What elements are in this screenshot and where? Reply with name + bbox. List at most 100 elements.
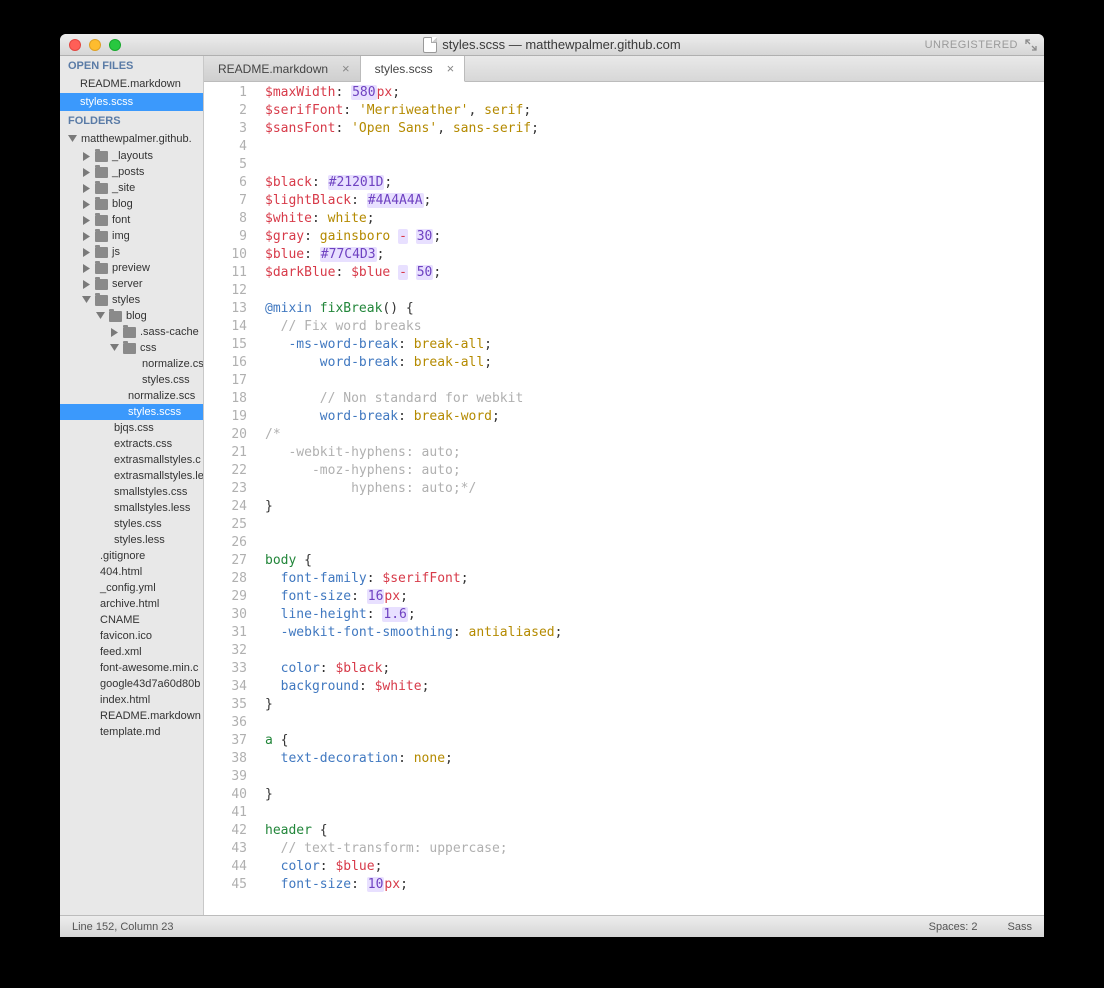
code-line[interactable]: } xyxy=(265,696,1044,714)
code-line[interactable]: $lightBlack: #4A4A4A; xyxy=(265,192,1044,210)
code-line[interactable]: } xyxy=(265,498,1044,516)
code-line[interactable]: word-break: break-word; xyxy=(265,408,1044,426)
folder-item[interactable]: js xyxy=(60,244,203,260)
file-item[interactable]: styles.scss xyxy=(60,404,203,420)
code-line[interactable]: // text-transform: uppercase; xyxy=(265,840,1044,858)
code-line[interactable]: /* xyxy=(265,426,1044,444)
code-line[interactable]: -ms-word-break: break-all; xyxy=(265,336,1044,354)
code-line[interactable]: $white: white; xyxy=(265,210,1044,228)
file-item[interactable]: normalize.scs xyxy=(60,388,203,404)
disclosure-triangle-icon[interactable] xyxy=(82,152,91,161)
tab[interactable]: README.markdown× xyxy=(204,56,361,81)
folder-item[interactable]: _layouts xyxy=(60,148,203,164)
folder-item[interactable]: css xyxy=(60,340,203,356)
folder-item[interactable]: styles xyxy=(60,292,203,308)
file-item[interactable]: font-awesome.min.c xyxy=(60,660,203,676)
tab-close-icon[interactable]: × xyxy=(340,61,352,76)
code-line[interactable]: body { xyxy=(265,552,1044,570)
file-item[interactable]: normalize.cs xyxy=(60,356,203,372)
disclosure-triangle-icon[interactable] xyxy=(82,264,91,273)
disclosure-triangle-icon[interactable] xyxy=(110,328,119,337)
disclosure-triangle-icon[interactable] xyxy=(82,216,91,225)
syntax-setting[interactable]: Sass xyxy=(1008,921,1032,933)
code-content[interactable]: $maxWidth: 580px;$serifFont: 'Merriweath… xyxy=(259,82,1044,915)
folder-item[interactable]: _site xyxy=(60,180,203,196)
file-item[interactable]: google43d7a60d80b xyxy=(60,676,203,692)
file-item[interactable]: smallstyles.less xyxy=(60,500,203,516)
file-item[interactable]: index.html xyxy=(60,692,203,708)
fullscreen-icon[interactable] xyxy=(1024,38,1038,52)
disclosure-triangle-icon[interactable] xyxy=(82,296,91,305)
disclosure-triangle-icon[interactable] xyxy=(82,168,91,177)
file-item[interactable]: archive.html xyxy=(60,596,203,612)
tab[interactable]: styles.scss× xyxy=(361,56,466,82)
code-line[interactable] xyxy=(265,372,1044,390)
cursor-position[interactable]: Line 152, Column 23 xyxy=(72,921,174,933)
disclosure-triangle-icon[interactable] xyxy=(68,135,77,144)
file-item[interactable]: template.md xyxy=(60,724,203,740)
disclosure-triangle-icon[interactable] xyxy=(110,344,119,353)
code-line[interactable]: $black: #21201D; xyxy=(265,174,1044,192)
code-line[interactable] xyxy=(265,768,1044,786)
open-file-item[interactable]: styles.scss xyxy=(60,93,203,111)
file-item[interactable]: _config.yml xyxy=(60,580,203,596)
code-line[interactable]: $gray: gainsboro - 30; xyxy=(265,228,1044,246)
code-line[interactable]: } xyxy=(265,786,1044,804)
code-line[interactable] xyxy=(265,516,1044,534)
disclosure-triangle-icon[interactable] xyxy=(96,312,105,321)
file-item[interactable]: styles.css xyxy=(60,372,203,388)
code-line[interactable]: @mixin fixBreak() { xyxy=(265,300,1044,318)
code-line[interactable]: $blue: #77C4D3; xyxy=(265,246,1044,264)
code-line[interactable]: $serifFont: 'Merriweather', serif; xyxy=(265,102,1044,120)
indent-setting[interactable]: Spaces: 2 xyxy=(929,921,978,933)
code-line[interactable]: font-size: 16px; xyxy=(265,588,1044,606)
file-item[interactable]: favicon.ico xyxy=(60,628,203,644)
folder-item[interactable]: img xyxy=(60,228,203,244)
code-line[interactable] xyxy=(265,282,1044,300)
file-item[interactable]: 404.html xyxy=(60,564,203,580)
code-line[interactable]: background: $white; xyxy=(265,678,1044,696)
disclosure-triangle-icon[interactable] xyxy=(82,232,91,241)
code-line[interactable] xyxy=(265,138,1044,156)
project-root[interactable]: matthewpalmer.github. xyxy=(60,130,203,148)
close-button[interactable] xyxy=(69,39,81,51)
code-editor[interactable]: 1234567891011121314151617181920212223242… xyxy=(204,82,1044,915)
folder-item[interactable]: .sass-cache xyxy=(60,324,203,340)
folder-item[interactable]: _posts xyxy=(60,164,203,180)
code-line[interactable] xyxy=(265,534,1044,552)
file-item[interactable]: extrasmallstyles.c xyxy=(60,452,203,468)
file-item[interactable]: styles.css xyxy=(60,516,203,532)
folder-item[interactable]: blog xyxy=(60,308,203,324)
code-line[interactable]: -webkit-font-smoothing: antialiased; xyxy=(265,624,1044,642)
code-line[interactable]: color: $blue; xyxy=(265,858,1044,876)
code-line[interactable]: text-decoration: none; xyxy=(265,750,1044,768)
code-line[interactable] xyxy=(265,714,1044,732)
zoom-button[interactable] xyxy=(109,39,121,51)
file-item[interactable]: extracts.css xyxy=(60,436,203,452)
code-line[interactable]: hyphens: auto;*/ xyxy=(265,480,1044,498)
tab-close-icon[interactable]: × xyxy=(445,61,457,76)
file-item[interactable]: README.markdown xyxy=(60,708,203,724)
disclosure-triangle-icon[interactable] xyxy=(82,280,91,289)
file-item[interactable]: CNAME xyxy=(60,612,203,628)
code-line[interactable]: header { xyxy=(265,822,1044,840)
file-item[interactable]: .gitignore xyxy=(60,548,203,564)
titlebar[interactable]: styles.scss — matthewpalmer.github.com U… xyxy=(60,34,1044,56)
code-line[interactable]: $sansFont: 'Open Sans', sans-serif; xyxy=(265,120,1044,138)
file-item[interactable]: extrasmallstyles.le xyxy=(60,468,203,484)
code-line[interactable]: -moz-hyphens: auto; xyxy=(265,462,1044,480)
folder-item[interactable]: server xyxy=(60,276,203,292)
code-line[interactable]: line-height: 1.6; xyxy=(265,606,1044,624)
disclosure-triangle-icon[interactable] xyxy=(82,184,91,193)
code-line[interactable]: word-break: break-all; xyxy=(265,354,1044,372)
code-line[interactable] xyxy=(265,156,1044,174)
code-line[interactable]: color: $black; xyxy=(265,660,1044,678)
minimize-button[interactable] xyxy=(89,39,101,51)
code-line[interactable]: font-size: 10px; xyxy=(265,876,1044,894)
code-line[interactable]: font-family: $serifFont; xyxy=(265,570,1044,588)
file-item[interactable]: smallstyles.css xyxy=(60,484,203,500)
open-file-item[interactable]: README.markdown xyxy=(60,75,203,93)
code-line[interactable] xyxy=(265,642,1044,660)
file-item[interactable]: styles.less xyxy=(60,532,203,548)
folder-item[interactable]: blog xyxy=(60,196,203,212)
